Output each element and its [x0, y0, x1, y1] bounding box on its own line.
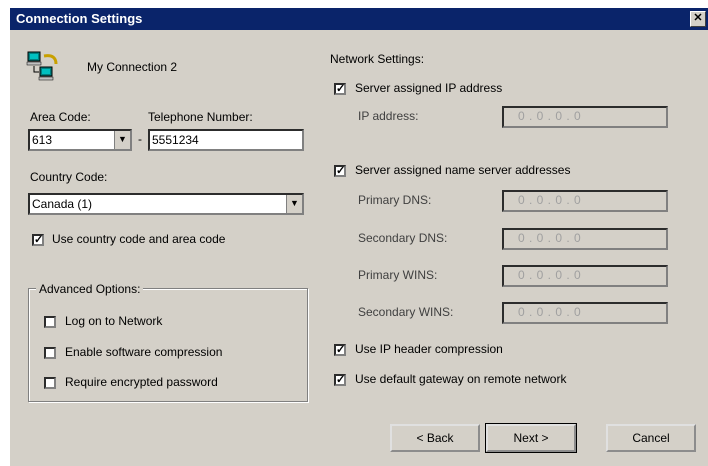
- encrypted-password-label[interactable]: Require encrypted password: [65, 375, 218, 389]
- telephone-label: Telephone Number:: [148, 110, 253, 124]
- country-code-value: Canada (1): [32, 197, 93, 211]
- chevron-down-icon[interactable]: ▼: [114, 131, 130, 149]
- telephone-value: 5551234: [152, 133, 199, 147]
- dash-separator: -: [138, 132, 142, 146]
- advanced-options-label: Advanced Options:: [36, 282, 144, 296]
- primary-dns-label: Primary DNS:: [358, 193, 432, 207]
- ip-address-value: 0 . 0 . 0 . 0: [518, 109, 582, 123]
- server-assigned-dns-label[interactable]: Server assigned name server addresses: [355, 163, 570, 177]
- primary-dns-field: 0 . 0 . 0 . 0: [502, 190, 668, 212]
- primary-wins-value: 0 . 0 . 0 . 0: [518, 268, 582, 282]
- ip-header-compression-checkbox[interactable]: ✓: [334, 344, 346, 356]
- server-assigned-ip-checkbox[interactable]: ✓: [334, 83, 346, 95]
- ip-header-compression-label[interactable]: Use IP header compression: [355, 342, 503, 356]
- default-gateway-label[interactable]: Use default gateway on remote network: [355, 372, 566, 386]
- cancel-button[interactable]: Cancel: [606, 424, 696, 452]
- software-compression-checkbox[interactable]: [44, 347, 56, 359]
- log-on-network-label[interactable]: Log on to Network: [65, 314, 162, 328]
- close-icon[interactable]: ✕: [690, 11, 706, 27]
- use-country-code-checkbox[interactable]: ✓: [32, 234, 44, 246]
- secondary-dns-field: 0 . 0 . 0 . 0: [502, 228, 668, 250]
- use-country-code-label[interactable]: Use country code and area code: [52, 232, 225, 246]
- chevron-down-icon[interactable]: ▼: [286, 195, 302, 213]
- server-assigned-dns-checkbox[interactable]: ✓: [334, 165, 346, 177]
- primary-dns-value: 0 . 0 . 0 . 0: [518, 193, 582, 207]
- network-settings-label: Network Settings:: [330, 52, 425, 66]
- encrypted-password-checkbox[interactable]: [44, 377, 56, 389]
- area-code-combo[interactable]: 613 ▼: [28, 129, 132, 151]
- ip-address-field: 0 . 0 . 0 . 0: [502, 106, 668, 128]
- connection-name: My Connection 2: [87, 60, 178, 74]
- software-compression-label[interactable]: Enable software compression: [65, 345, 222, 359]
- next-button[interactable]: Next >: [485, 423, 577, 453]
- country-code-combo[interactable]: Canada (1) ▼: [28, 193, 304, 215]
- server-assigned-ip-label[interactable]: Server assigned IP address: [355, 81, 502, 95]
- primary-wins-field: 0 . 0 . 0 . 0: [502, 265, 668, 287]
- title-bar: Connection Settings ✕: [10, 8, 708, 30]
- area-code-value: 613: [32, 133, 53, 147]
- secondary-wins-value: 0 . 0 . 0 . 0: [518, 305, 582, 319]
- connection-settings-dialog: Connection Settings ✕ My Connection 2 Ar…: [10, 8, 708, 466]
- secondary-wins-field: 0 . 0 . 0 . 0: [502, 302, 668, 324]
- country-code-label: Country Code:: [30, 170, 108, 184]
- area-code-label: Area Code:: [30, 110, 91, 124]
- telephone-input[interactable]: 5551234: [148, 129, 304, 151]
- network-connection-icon: [26, 50, 62, 84]
- default-gateway-checkbox[interactable]: ✓: [334, 374, 346, 386]
- secondary-wins-label: Secondary WINS:: [358, 305, 454, 319]
- log-on-network-checkbox[interactable]: [44, 316, 56, 328]
- ip-address-label: IP address:: [358, 109, 419, 123]
- back-button[interactable]: < Back: [390, 424, 480, 452]
- primary-wins-label: Primary WINS:: [358, 268, 438, 282]
- window-title: Connection Settings: [16, 11, 143, 26]
- secondary-dns-value: 0 . 0 . 0 . 0: [518, 231, 582, 245]
- secondary-dns-label: Secondary DNS:: [358, 231, 448, 245]
